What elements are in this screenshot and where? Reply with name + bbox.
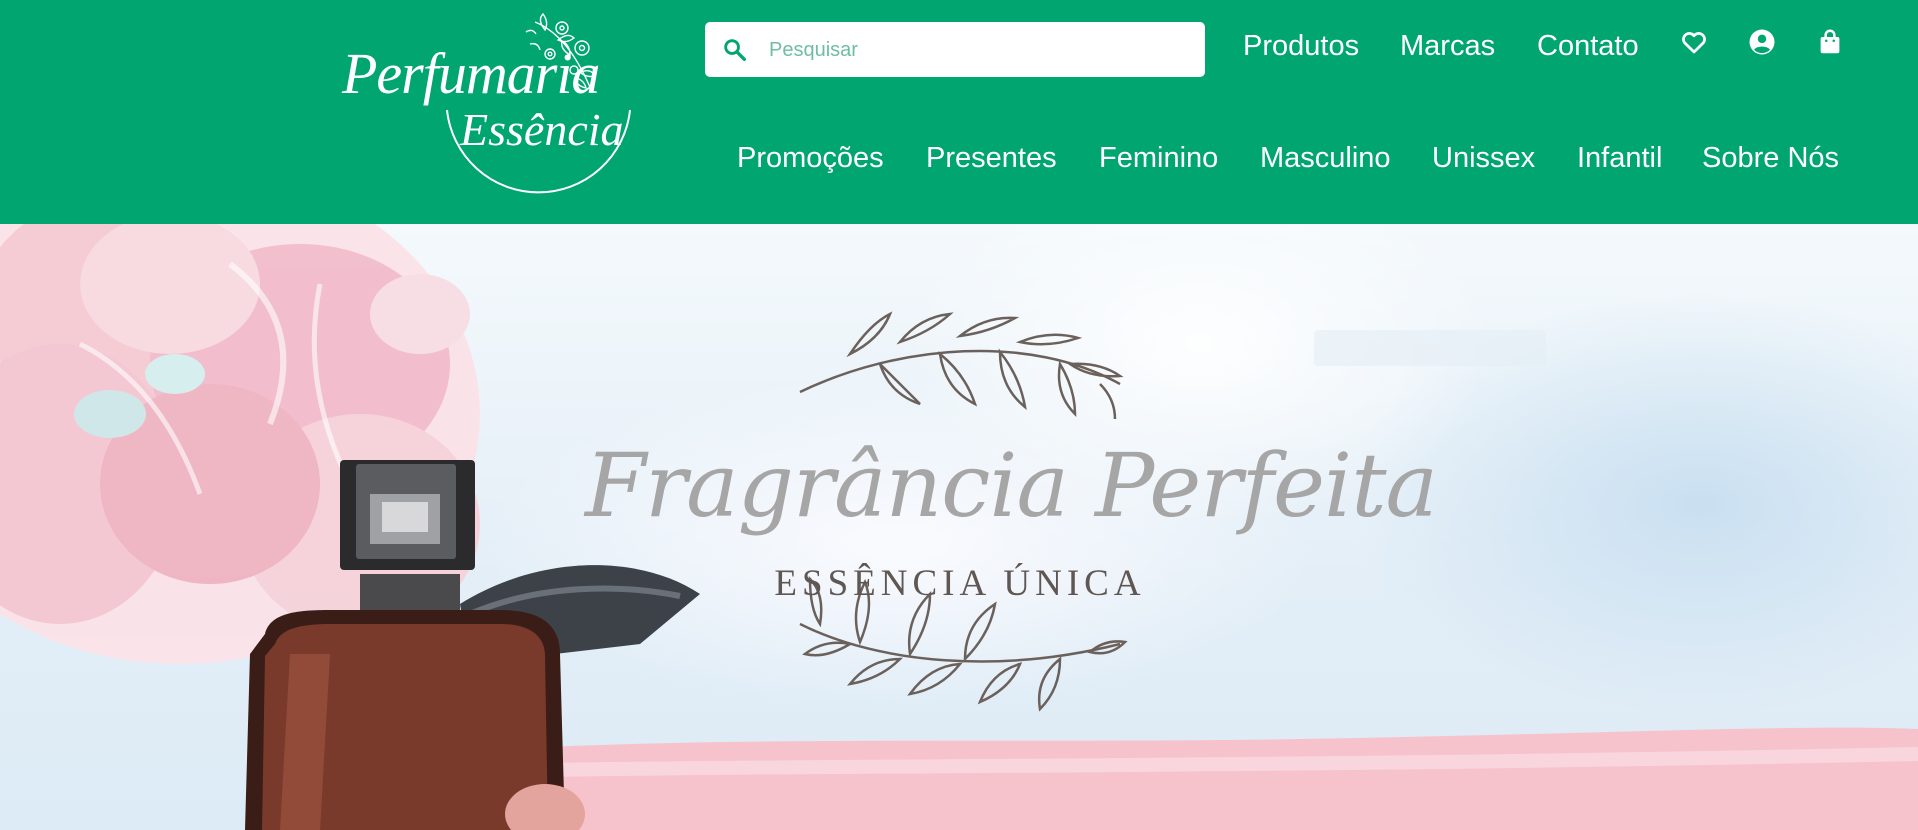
nav-link-promocoes[interactable]: Promoções (737, 142, 884, 175)
site-header: Perfumaria Essência Produtos Marcas Cont… (0, 0, 1918, 224)
hero-overlay-box (1314, 330, 1546, 366)
hero-subtitle: ESSÊNCIA ÚNICA (774, 563, 1146, 604)
nav-link-contato[interactable]: Contato (1537, 30, 1639, 63)
hero-banner[interactable]: Fragrância Perfeita ESSÊNCIA ÚNICA (0, 224, 1918, 830)
nav-link-marcas[interactable]: Marcas (1400, 30, 1495, 63)
nav-link-masculino[interactable]: Masculino (1260, 142, 1391, 175)
nav-link-produtos[interactable]: Produtos (1243, 30, 1359, 63)
shopping-bag-icon[interactable] (1815, 27, 1845, 57)
nav-link-feminino[interactable]: Feminino (1099, 142, 1218, 175)
laurel-top-illustration (799, 311, 1124, 420)
hero-title: Fragrância Perfeita (585, 434, 1438, 537)
search-icon[interactable] (721, 36, 749, 64)
account-icon[interactable] (1747, 27, 1777, 57)
heart-icon[interactable] (1679, 27, 1709, 57)
search-input[interactable] (767, 31, 1191, 69)
brand-logo[interactable]: Perfumaria Essência (330, 10, 650, 215)
nav-link-sobre-nos[interactable]: Sobre Nós (1702, 142, 1839, 175)
nav-link-infantil[interactable]: Infantil (1577, 142, 1662, 175)
nav-link-unissex[interactable]: Unissex (1432, 142, 1535, 175)
search-box (705, 22, 1205, 77)
brand-name-line2: Essência (460, 104, 624, 155)
brand-name-line1: Perfumaria (342, 41, 600, 106)
nav-link-presentes[interactable]: Presentes (926, 142, 1057, 175)
